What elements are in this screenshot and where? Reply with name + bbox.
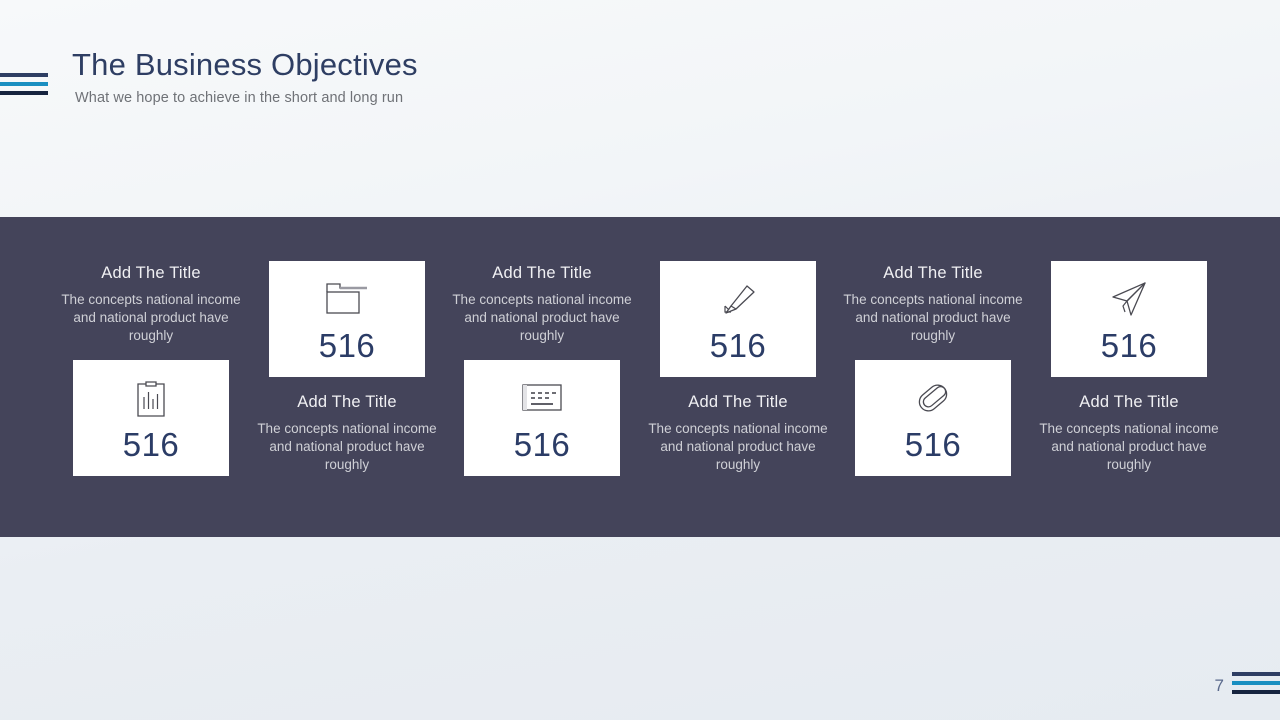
objective-item[interactable]: 516 Add The Title The concepts national in…: [640, 261, 836, 474]
objective-text-block: Add The Title The concepts national incom…: [53, 264, 249, 345]
objective-items: Add The Title The concepts national incom…: [0, 217, 1280, 537]
objective-item[interactable]: Add The Title The concepts national incom…: [835, 264, 1031, 477]
footer-accent-bars: [1232, 672, 1280, 694]
objective-description: The concepts national income and nationa…: [648, 420, 828, 473]
objective-card[interactable]: 516: [1051, 261, 1207, 377]
page-title: The Business Objectives: [72, 47, 418, 82]
objective-number: 516: [318, 327, 376, 364]
objective-description: The concepts national income and nationa…: [257, 420, 437, 473]
objective-text-block: Add The Title The concepts national incom…: [835, 264, 1031, 345]
objective-card[interactable]: 516: [269, 261, 425, 377]
paperclip-icon: [911, 377, 955, 419]
objective-number: 516: [904, 426, 962, 464]
keyboard-icon: [520, 377, 564, 419]
objective-item[interactable]: Add The Title The concepts national incom…: [444, 264, 640, 477]
objective-number: 516: [122, 426, 180, 464]
folder-icon: [324, 278, 370, 320]
objective-title: Add The Title: [688, 393, 788, 411]
objective-number: 516: [709, 327, 767, 364]
objective-title: Add The Title: [492, 264, 592, 282]
objective-card[interactable]: 516: [464, 360, 620, 477]
slide-header: The Business Objectives What we hope to …: [72, 47, 772, 107]
send-plane-icon: [1107, 278, 1151, 320]
pencil-icon: [717, 278, 759, 320]
objective-number: 516: [1100, 327, 1158, 364]
objective-description: The concepts national income and nationa…: [843, 291, 1023, 344]
clipboard-chart-icon: [133, 377, 169, 419]
objective-card[interactable]: 516: [855, 360, 1011, 477]
accent-bar-navy: [0, 73, 48, 77]
accent-bar-dark: [1232, 690, 1280, 694]
objective-text-block: Add The Title The concepts national incom…: [249, 393, 445, 474]
objective-card[interactable]: 516: [73, 360, 229, 477]
objective-text-block: Add The Title The concepts national incom…: [640, 393, 836, 474]
accent-bar-navy: [1232, 672, 1280, 676]
objective-title: Add The Title: [297, 393, 397, 411]
page-number: 7: [1214, 676, 1224, 695]
objective-title: Add The Title: [883, 264, 983, 282]
objective-text-block: Add The Title The concepts national incom…: [444, 264, 640, 345]
accent-bar-dark: [0, 91, 48, 95]
page-subtitle: What we hope to achieve in the short and…: [75, 90, 404, 107]
objective-description: The concepts national income and nationa…: [1039, 420, 1219, 473]
objective-item[interactable]: 516 Add The Title The concepts national in…: [1031, 261, 1227, 474]
accent-bar-cyan: [1232, 681, 1280, 685]
accent-bar-cyan: [0, 82, 48, 86]
objective-item[interactable]: 516 Add The Title The concepts national in…: [249, 261, 445, 474]
objective-number: 516: [513, 426, 571, 464]
objective-title: Add The Title: [1079, 393, 1179, 411]
header-accent-bars: [0, 73, 48, 95]
objective-title: Add The Title: [101, 264, 201, 282]
objective-description: The concepts national income and nationa…: [452, 291, 632, 344]
objective-description: The concepts national income and nationa…: [61, 291, 241, 344]
objective-card[interactable]: 516: [660, 261, 816, 377]
objective-item[interactable]: Add The Title The concepts national incom…: [53, 264, 249, 477]
objective-text-block: Add The Title The concepts national incom…: [1031, 393, 1227, 474]
